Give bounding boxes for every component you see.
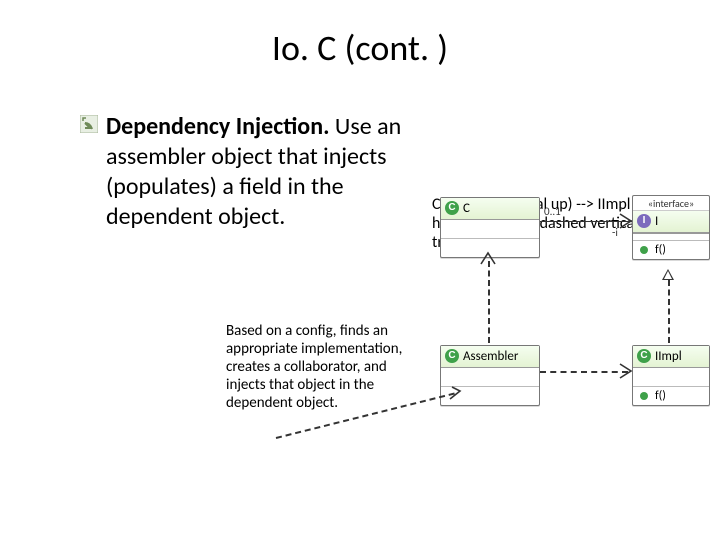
arrowhead-icon — [618, 362, 634, 380]
bullet-item: Dependency Injection. Use an assembler o… — [106, 112, 426, 232]
slide-title: Io. C (cont. ) — [0, 26, 720, 70]
interface-method-label: f() — [655, 243, 666, 257]
interface-method: f() — [633, 241, 709, 259]
realization-arrow-icon — [662, 269, 674, 280]
dependency-line — [540, 371, 628, 373]
class-assembler-label: Assembler — [463, 349, 518, 364]
arrowhead-icon — [448, 385, 466, 403]
class-method: f() — [633, 387, 709, 405]
interface-i-label: I — [655, 214, 658, 229]
class-badge-icon: C — [445, 201, 459, 215]
uml-diagram: C C «interface» I I f() C Assembler — [432, 195, 720, 465]
class-c-label: C — [463, 201, 470, 216]
arrowhead-icon — [479, 251, 497, 267]
class-iimpl-label: IImpl — [655, 349, 682, 364]
method-visibility-icon — [640, 246, 648, 254]
role-label: -i — [612, 226, 618, 239]
dependency-line — [488, 261, 490, 343]
bullet-strong: Dependency Injection. — [106, 112, 330, 141]
method-visibility-icon — [640, 392, 648, 400]
iimpl-method-label: f() — [655, 389, 666, 403]
multiplicity-label: 0..1 — [544, 205, 561, 218]
uml-class-iimpl: C IImpl f() — [632, 345, 710, 406]
sub-note: Based on a config, finds an appropriate … — [226, 322, 426, 412]
class-badge-icon: C — [445, 349, 459, 363]
realization-line — [668, 280, 670, 343]
stereotype-label: «interface» — [633, 196, 709, 210]
uml-interface-i: «interface» I I f() — [632, 195, 710, 260]
class-badge-icon: C — [637, 349, 651, 363]
interface-badge-icon: I — [637, 214, 651, 228]
multiplicity-label: * — [618, 205, 623, 218]
uml-class-c: C C — [440, 197, 540, 258]
bullet-icon — [80, 115, 98, 133]
